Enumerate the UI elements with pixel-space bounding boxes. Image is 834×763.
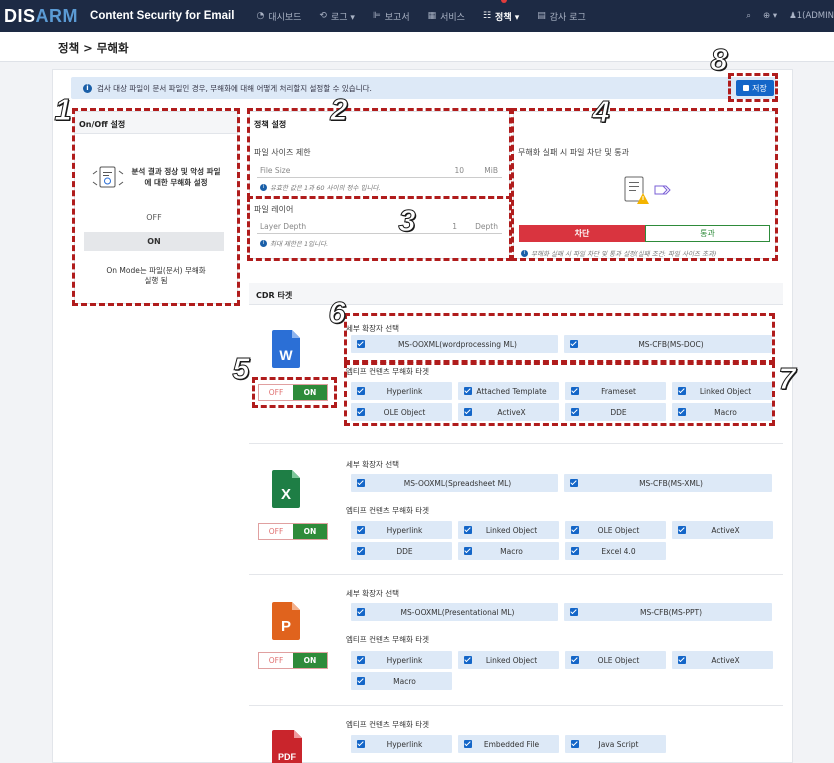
excel-embed-item[interactable]: Linked Object [458, 521, 559, 539]
language-globe-icon[interactable]: ⊕ ▾ [763, 11, 777, 21]
brand-logo[interactable]: DISARM [4, 6, 78, 27]
checkbox-checked-icon[interactable] [571, 547, 579, 555]
ppt-ext-label: 세부 확장자 선택 [346, 589, 400, 598]
main-nav: ◔ 대시보드 ⟲ 로그 ▾ ⊫ 보고서 ▦ 서비스 ☷ 정책 ▾ ▤ 감사 로그 [256, 0, 603, 23]
pdf-embed-item[interactable]: Embedded File [458, 735, 559, 753]
ppt-embed-item[interactable]: OLE Object [565, 651, 666, 669]
breadcrumb: 정책 > 무해화 [58, 41, 129, 55]
ppt-ext-item[interactable]: MS-OOXML(Presentational ML) [351, 603, 558, 621]
nav-log[interactable]: ⟲ 로그 ▾ [319, 10, 355, 23]
annotation-number-4: 4 [592, 94, 610, 129]
checkbox-checked-icon[interactable] [464, 740, 472, 748]
excel-ext-label: 세부 확장자 선택 [346, 460, 400, 469]
search-icon[interactable]: ⌕ [746, 11, 751, 21]
checkbox-checked-icon[interactable] [357, 547, 365, 555]
divider [249, 705, 783, 706]
annotation-box-8 [728, 73, 778, 102]
ppt-embed-item[interactable]: ActiveX [672, 651, 773, 669]
product-name: Content Security for Email [90, 10, 235, 22]
checkbox-checked-icon[interactable] [678, 526, 686, 534]
excel-toggle-off[interactable]: OFF [259, 524, 293, 539]
ppt-cdr-toggle[interactable]: OFF ON [258, 652, 328, 669]
service-icon: ▦ [427, 11, 437, 21]
checkbox-checked-icon[interactable] [570, 479, 578, 487]
ppt-embed-item[interactable]: Linked Object [458, 651, 559, 669]
annotation-box-7 [344, 362, 775, 426]
checkbox-checked-icon[interactable] [571, 740, 579, 748]
checkbox-checked-icon[interactable] [464, 656, 472, 664]
ppt-embed-label: 엠티프 컨텐츠 무해화 타겟 [346, 635, 430, 644]
nav-service[interactable]: ▦ 서비스 [428, 10, 465, 23]
divider [249, 443, 783, 444]
excel-embed-item[interactable]: ActiveX [672, 521, 773, 539]
annotation-box-5 [252, 377, 337, 408]
excel-embed-item[interactable]: Hyperlink [351, 521, 452, 539]
divider [249, 574, 783, 575]
annotation-number-1: 1 [54, 92, 72, 127]
annotation-number-8: 8 [710, 42, 728, 77]
ppt-ext-item[interactable]: MS-CFB(MS-PPT) [564, 603, 772, 621]
checkbox-checked-icon[interactable] [570, 608, 578, 616]
checkbox-checked-icon[interactable] [357, 656, 365, 664]
annotation-number-5: 5 [232, 351, 250, 386]
powerpoint-file-icon: P [272, 602, 300, 640]
annotation-number-2: 2 [330, 92, 348, 127]
checkbox-checked-icon[interactable] [357, 526, 365, 534]
excel-embed-label: 엠티프 컨텐츠 무해화 타겟 [346, 506, 430, 515]
checkbox-checked-icon[interactable] [357, 677, 365, 685]
checkbox-checked-icon[interactable] [678, 656, 686, 664]
ppt-toggle-on[interactable]: ON [293, 653, 327, 668]
excel-embed-item[interactable]: Macro [458, 542, 559, 560]
ppt-embed-item[interactable]: Macro [351, 672, 452, 690]
nav-report[interactable]: ⊫ 보고서 [373, 10, 410, 23]
excel-ext-item[interactable]: MS-OOXML(Spreadsheet ML) [351, 474, 558, 492]
top-right-tools: ⌕ ⊕ ▾ ♟1(ADMIN [746, 0, 834, 32]
pdf-embed-item[interactable]: Java Script [565, 735, 666, 753]
nav-policy[interactable]: ☷ 정책 ▾ [482, 0, 519, 23]
user-menu[interactable]: ♟1(ADMIN [789, 11, 834, 21]
pdf-embed-label: 엠티프 컨텐츠 무해화 타겟 [346, 720, 430, 729]
pdf-file-icon: PDF [272, 730, 302, 763]
excel-ext-item[interactable]: MS-CFB(MS-XML) [564, 474, 772, 492]
annotation-box-6 [344, 313, 775, 363]
annotation-box-1 [72, 108, 240, 306]
nav-dashboard[interactable]: ◔ 대시보드 [256, 10, 301, 23]
annotation-box-4 [511, 108, 778, 261]
nav-audit-log[interactable]: ▤ 감사 로그 [537, 10, 586, 23]
checkbox-checked-icon[interactable] [357, 479, 365, 487]
info-banner: i 검사 대상 파일이 문서 파일인 경우, 무해화에 대해 어떻게 처리할지 … [71, 77, 776, 99]
excel-toggle-on[interactable]: ON [293, 524, 327, 539]
annotation-number-3: 3 [398, 203, 416, 238]
checkbox-checked-icon[interactable] [357, 608, 365, 616]
cdr-title: CDR 타겟 [256, 291, 293, 300]
excel-cdr-toggle[interactable]: OFF ON [258, 523, 328, 540]
checkbox-checked-icon[interactable] [464, 547, 472, 555]
report-icon: ⊫ [372, 11, 381, 21]
checkbox-checked-icon[interactable] [357, 740, 365, 748]
annotation-number-7: 7 [778, 361, 796, 396]
log-icon: ⟲ [319, 11, 327, 21]
checkbox-checked-icon[interactable] [571, 526, 579, 534]
excel-embed-item[interactable]: DDE [351, 542, 452, 560]
checkbox-checked-icon[interactable] [571, 656, 579, 664]
excel-embed-item[interactable]: OLE Object [565, 521, 666, 539]
annotation-number-6: 6 [328, 295, 346, 330]
excel-embed-item[interactable]: Excel 4.0 [565, 542, 666, 560]
annotation-box-3 [247, 196, 512, 261]
audit-icon: ▤ [537, 11, 546, 21]
excel-file-icon: X [272, 470, 300, 508]
dashboard-icon: ◔ [256, 11, 265, 21]
info-icon: i [83, 83, 92, 93]
ppt-embed-item[interactable]: Hyperlink [351, 651, 452, 669]
top-navbar: DISARM Content Security for Email ◔ 대시보드 … [0, 0, 834, 32]
checkbox-checked-icon[interactable] [464, 526, 472, 534]
pdf-embed-item[interactable]: Hyperlink [351, 735, 452, 753]
policy-icon: ☷ [482, 11, 492, 21]
ppt-toggle-off[interactable]: OFF [259, 653, 293, 668]
word-file-icon: W [272, 330, 300, 368]
annotation-box-2 [247, 108, 512, 199]
